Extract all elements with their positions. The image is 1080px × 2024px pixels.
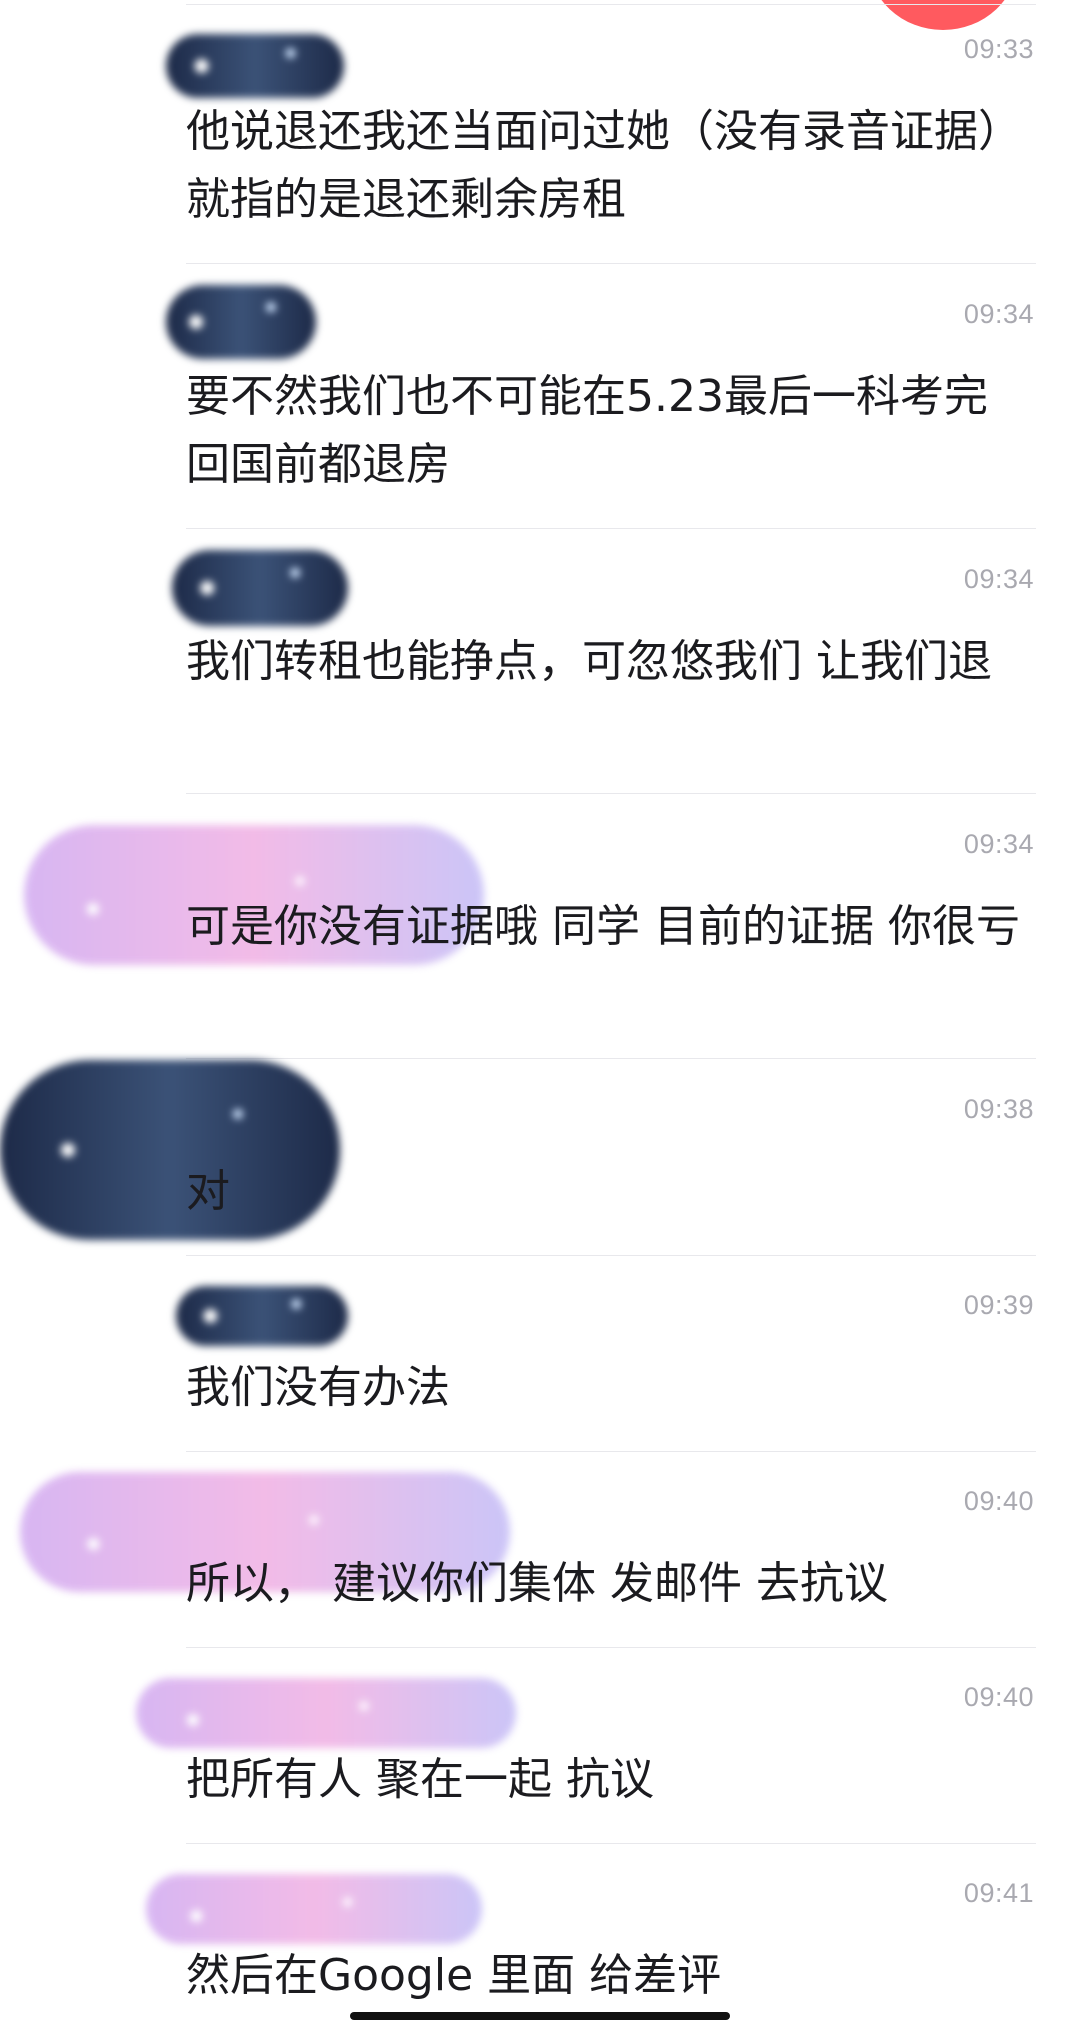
message-time: 09:33 xyxy=(963,34,1034,64)
message-item[interactable]: 09:40 所以， 建议你们集体 发邮件 去抗议 xyxy=(0,1452,1080,1648)
message-text: 可是你没有证据哦 同学 目前的证据 你很亏 xyxy=(186,901,1020,952)
divider xyxy=(186,263,1036,264)
blurred-avatar xyxy=(146,1874,482,1944)
message-text: 对 xyxy=(186,1166,230,1217)
message-text: 我们转租也能挣点，可忽悠我们 让我们退 xyxy=(186,636,992,687)
message-item[interactable]: 09:40 把所有人 聚在一起 抗议 xyxy=(0,1648,1080,1844)
message-text: 他说退还我还当面问过她（没有录音证据）就指的是退还剩余房租 xyxy=(186,106,1022,225)
message-time: 09:34 xyxy=(963,829,1034,859)
message-item[interactable]: 09:34 可是你没有证据哦 同学 目前的证据 你很亏 xyxy=(0,795,1080,1059)
message-text: 我们没有办法 xyxy=(186,1362,450,1413)
blurred-avatar xyxy=(176,1286,348,1346)
message-time: 09:41 xyxy=(963,1878,1034,1908)
home-indicator[interactable] xyxy=(350,2012,730,2020)
message-item[interactable]: 09:34 我们转租也能挣点，可忽悠我们 让我们退 xyxy=(0,530,1080,794)
message-time: 09:34 xyxy=(963,564,1034,594)
message-item[interactable]: 09:41 然后在Google 里面 给差评 xyxy=(0,1844,1080,2024)
message-text: 把所有人 聚在一起 抗议 xyxy=(186,1754,654,1805)
divider xyxy=(186,1058,1036,1059)
message-item[interactable]: 09:34 要不然我们也不可能在5.23最后一科考完 回国前都退房 xyxy=(0,265,1080,529)
blurred-avatar xyxy=(166,285,316,359)
message-item[interactable]: 09:33 他说退还我还当面问过她（没有录音证据）就指的是退还剩余房租 xyxy=(0,0,1080,264)
message-time: 09:40 xyxy=(963,1682,1034,1712)
divider xyxy=(186,528,1036,529)
message-text: 要不然我们也不可能在5.23最后一科考完 回国前都退房 xyxy=(186,371,988,490)
chat-feed: 09:33 他说退还我还当面问过她（没有录音证据）就指的是退还剩余房租 09:3… xyxy=(0,0,1080,2024)
blurred-avatar xyxy=(136,1678,516,1748)
message-time: 09:40 xyxy=(963,1486,1034,1516)
message-time: 09:34 xyxy=(963,299,1034,329)
message-item[interactable]: 09:39 我们没有办法 xyxy=(0,1256,1080,1452)
message-item[interactable]: 09:38 对 xyxy=(0,1060,1080,1256)
message-text: 所以， 建议你们集体 发邮件 去抗议 xyxy=(186,1558,888,1609)
message-time: 09:38 xyxy=(963,1094,1034,1124)
divider xyxy=(186,793,1036,794)
blurred-avatar xyxy=(166,34,344,98)
message-time: 09:39 xyxy=(963,1290,1034,1320)
message-text: 然后在Google 里面 给差评 xyxy=(186,1950,722,2001)
blurred-avatar xyxy=(172,550,348,626)
